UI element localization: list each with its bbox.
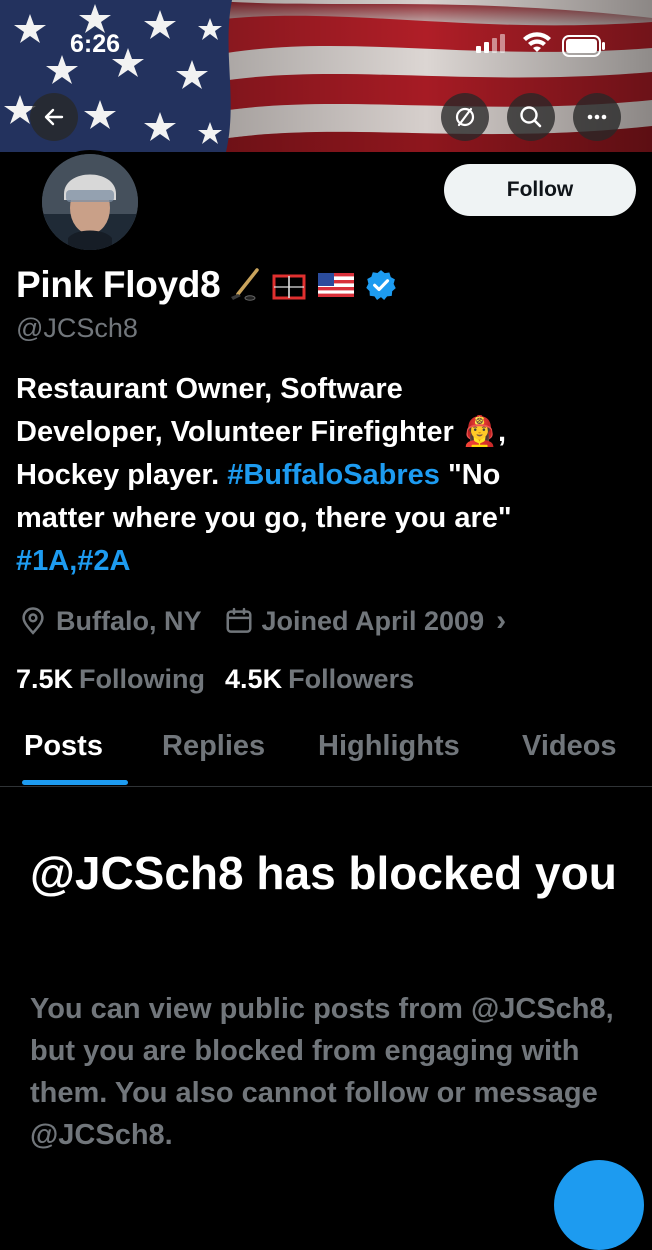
hashtag-link[interactable]: #BuffaloSabres [227,459,440,491]
no-repost-icon [455,107,475,127]
joined-date: Joined April 2009 [261,605,485,636]
firefighter-emoji: 👩‍🚒 [461,416,498,448]
name-row: Pink Floyd8 [16,262,398,308]
user-handle: @JCSch8 [16,313,138,343]
bio-text: "No [439,459,501,491]
goal-net-emoji [272,274,306,300]
hockey-stick-emoji [231,268,260,301]
more-options-button[interactable] [573,93,621,141]
bio: Restaurant Owner, Software Developer, Vo… [16,368,636,583]
status-time: 6:26 [70,30,121,58]
location-icon [22,607,44,635]
avatar[interactable] [38,150,142,254]
avatar-image [42,154,138,250]
follow-stats: 7.5K Following 4.5K Followers [16,664,414,695]
signal-icon [476,34,505,53]
followers-label: Followers [288,664,415,694]
repost-toggle-button[interactable] [441,93,489,141]
more-icon [587,114,607,120]
display-name: Pink Floyd8 [16,264,221,305]
follow-button[interactable]: Follow [444,164,636,216]
back-arrow-icon [44,108,64,126]
followers-count: 4.5K [225,664,283,694]
active-tab-indicator [22,780,128,785]
search-button[interactable] [507,93,555,141]
tab-highlights[interactable]: Highlights [318,730,460,763]
hashtag-link[interactable]: #2A [77,545,130,577]
followers-link[interactable]: 4.5K Followers [225,664,414,695]
chevron-right-icon[interactable]: › [496,604,506,638]
hashtag-link[interactable]: #1A [16,545,69,577]
flag-banner-image [0,0,652,152]
location-text: Buffalo, NY [56,605,202,636]
blocked-message: You can view public posts from @JCSch8, … [30,993,614,1151]
blocked-title: @JCSch8 has blocked you [30,847,617,899]
bio-line: matter where you go, there you are" [16,502,512,534]
following-link[interactable]: 7.5K Following [16,664,205,695]
wifi-icon [523,32,551,52]
bio-text: Hockey player. [16,459,228,491]
profile-banner: 6:26 [0,0,652,152]
bio-text: , [497,416,507,448]
tab-posts[interactable]: Posts [24,730,103,763]
verified-badge-icon[interactable] [364,268,398,302]
tab-replies[interactable]: Replies [162,730,265,763]
following-count: 7.5K [16,664,74,694]
bio-text: Developer, Volunteer Firefighter [16,416,462,448]
profile-meta: Buffalo, NY Joined April 2009 › [18,604,506,638]
profile-tabs: Posts Replies Highlights Videos [0,726,652,787]
bio-line: #1A,#2A [16,540,636,583]
us-flag-emoji [318,273,355,297]
back-button[interactable] [30,93,78,141]
search-icon [520,106,542,128]
bio-line: Restaurant Owner, Software [16,373,403,405]
bio-line: Hockey player. #BuffaloSabres "No [16,454,636,497]
tab-videos[interactable]: Videos [522,730,617,763]
following-label: Following [79,664,206,694]
calendar-icon [226,607,251,633]
compose-post-button[interactable] [554,1160,644,1250]
battery-icon [562,35,605,57]
bio-line: Developer, Volunteer Firefighter 👩‍🚒, [16,411,636,454]
